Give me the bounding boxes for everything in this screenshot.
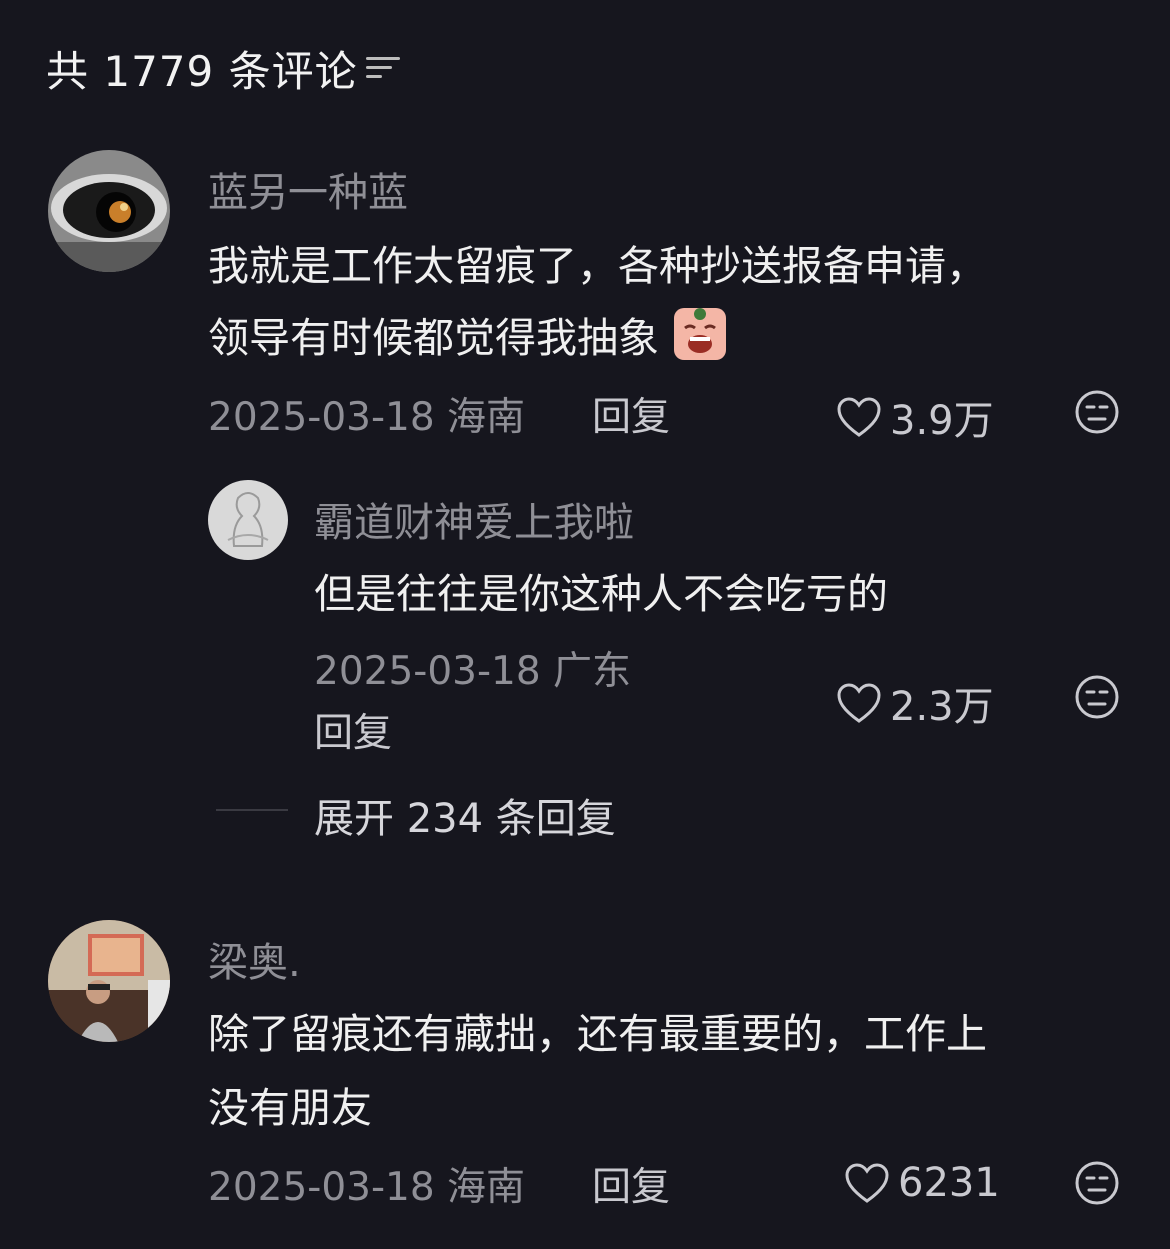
- comment-count-title: 共 1779 条评论: [46, 46, 358, 96]
- comment-text-line: 没有朋友: [208, 1084, 372, 1132]
- comment-username[interactable]: 梁奥.: [208, 930, 301, 988]
- like-button[interactable]: 6231: [844, 1160, 1000, 1206]
- reply-button[interactable]: 回复: [592, 1156, 670, 1212]
- like-button[interactable]: 3.9万: [836, 388, 994, 446]
- heart-icon: [845, 1163, 889, 1203]
- like-count: 3.9万: [890, 398, 994, 444]
- expand-replies-button[interactable]: 展开 234 条回复: [314, 786, 616, 844]
- reply-username[interactable]: 霸道财神爱上我啦: [314, 490, 634, 548]
- reply-date-location: 2025-03-18 广东: [314, 649, 632, 694]
- reply-button[interactable]: 回复: [592, 386, 670, 442]
- reply-like-count: 2.3万: [890, 684, 994, 730]
- comment-date-location: 2025-03-18 海南: [208, 395, 526, 440]
- reply-avatar[interactable]: [208, 480, 288, 560]
- dislike-face-icon[interactable]: [1074, 1160, 1120, 1210]
- comment-date-location: 2025-03-18 海南: [208, 1165, 526, 1210]
- like-count: 6231: [898, 1160, 1000, 1206]
- comments-header: 共 1779 条评论: [46, 40, 406, 96]
- heart-icon: [837, 683, 881, 723]
- reply-like-button[interactable]: 2.3万: [836, 674, 994, 732]
- heart-icon: [837, 397, 881, 437]
- dislike-face-icon[interactable]: [1074, 674, 1120, 724]
- avatar[interactable]: [48, 920, 170, 1042]
- crying-face-emoji: [672, 306, 728, 384]
- comment-text-line: 领导有时候都觉得我抽象: [208, 302, 728, 384]
- comment-username[interactable]: 蓝另一种蓝: [208, 160, 408, 218]
- reply-text: 但是往往是你这种人不会吃亏的: [314, 570, 888, 618]
- comment-text-line-content: 领导有时候都觉得我抽象: [208, 314, 659, 362]
- reply-reply-button[interactable]: 回复: [314, 702, 392, 758]
- avatar[interactable]: [48, 150, 170, 272]
- dislike-face-icon[interactable]: [1074, 389, 1120, 439]
- comment-text-line: 我就是工作太留痕了，各种抄送报备申请，: [208, 242, 987, 290]
- filter-icon[interactable]: [365, 53, 406, 83]
- expand-divider: [216, 809, 288, 811]
- comment-text-line: 除了留痕还有藏拙，还有最重要的，工作上: [208, 1010, 987, 1058]
